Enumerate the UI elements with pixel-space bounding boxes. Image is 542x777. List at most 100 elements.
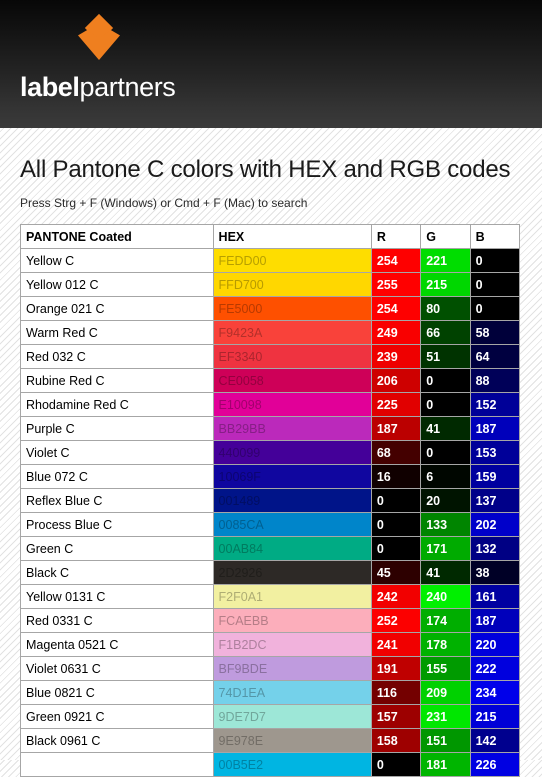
pantone-color-table: PANTONE Coated HEX R G B Yellow C FEDD00 2… [20, 224, 520, 777]
cell-pantone-name: Black 0961 C [21, 729, 213, 752]
cell-pantone-name: Black C [21, 561, 213, 584]
cell-hex-swatch: FE5000 [213, 297, 371, 320]
cell-hex-swatch: F1B2DC [213, 633, 371, 656]
table-row: Blue 072 C 10069F 16 6 159 [21, 465, 519, 488]
cell-red-value: 255 [371, 273, 421, 296]
cell-blue-value: 137 [470, 489, 519, 512]
table-row: Black C 2D2926 45 41 38 [21, 561, 519, 584]
cell-blue-value: 226 [470, 753, 519, 776]
cell-hex-swatch: FFD700 [213, 273, 371, 296]
table-row: Violet C 440099 68 0 153 [21, 441, 519, 464]
cell-blue-value: 152 [470, 393, 519, 416]
cell-pantone-name: Purple C [21, 417, 213, 440]
cell-pantone-name: Violet 0631 C [21, 657, 213, 680]
cell-green-value: 231 [421, 705, 470, 728]
cell-pantone-name: Rubine Red C [21, 369, 213, 392]
cell-pantone-name: Green C [21, 537, 213, 560]
cell-hex-swatch: FCAEBB [213, 609, 371, 632]
cell-green-value: 6 [421, 465, 470, 488]
cell-blue-value: 38 [470, 561, 519, 584]
cell-pantone-name: Violet C [21, 441, 213, 464]
table-row: Yellow 012 C FFD700 255 215 0 [21, 273, 519, 296]
table-row: Purple C BB29BB 187 41 187 [21, 417, 519, 440]
table-row: Green C 00AB84 0 171 132 [21, 537, 519, 560]
table-row: Warm Red C F9423A 249 66 58 [21, 321, 519, 344]
cell-green-value: 51 [421, 345, 470, 368]
cell-hex-swatch: 440099 [213, 441, 371, 464]
cell-red-value: 0 [371, 537, 421, 560]
search-hint-text: Press Strg + F (Windows) or Cmd + F (Mac… [20, 196, 308, 210]
cell-hex-swatch: CE0058 [213, 369, 371, 392]
cell-green-value: 80 [421, 297, 470, 320]
table-row: Magenta 0521 C F1B2DC 241 178 220 [21, 633, 519, 656]
cell-pantone-name: Orange 021 C [21, 297, 213, 320]
cell-green-value: 174 [421, 609, 470, 632]
cell-hex-swatch: 2D2926 [213, 561, 371, 584]
cell-red-value: 225 [371, 393, 421, 416]
cell-blue-value: 187 [470, 417, 519, 440]
brand-wordmark-light: partners [79, 72, 176, 102]
table-row: Black 0961 C 9E978E 158 151 142 [21, 729, 519, 752]
cell-hex-swatch: 00B5E2 [213, 753, 371, 776]
column-header-g: G [421, 225, 470, 248]
table-row: Green 0921 C 9DE7D7 157 231 215 [21, 705, 519, 728]
cell-hex-swatch: 0085CA [213, 513, 371, 536]
table-row: Red 032 C EF3340 239 51 64 [21, 345, 519, 368]
cell-hex-swatch: 9E978E [213, 729, 371, 752]
cell-red-value: 16 [371, 465, 421, 488]
cell-pantone-name: Red 032 C [21, 345, 213, 368]
table-header: PANTONE Coated HEX R G B [21, 225, 519, 248]
cell-pantone-name: Rhodamine Red C [21, 393, 213, 416]
cell-red-value: 0 [371, 513, 421, 536]
table-row: Orange 021 C FE5000 254 80 0 [21, 297, 519, 320]
cell-red-value: 45 [371, 561, 421, 584]
table-row: Reflex Blue C 001489 0 20 137 [21, 489, 519, 512]
cell-blue-value: 153 [470, 441, 519, 464]
cell-red-value: 254 [371, 249, 421, 272]
cell-red-value: 157 [371, 705, 421, 728]
table-row: Rhodamine Red C E10098 225 0 152 [21, 393, 519, 416]
table-row: 00B5E2 0 181 226 [21, 753, 519, 776]
cell-red-value: 116 [371, 681, 421, 704]
cell-hex-swatch: F2F0A1 [213, 585, 371, 608]
column-header-r: R [371, 225, 421, 248]
cell-blue-value: 202 [470, 513, 519, 536]
cell-blue-value: 64 [470, 345, 519, 368]
cell-pantone-name: Green 0921 C [21, 705, 213, 728]
cell-hex-swatch: 10069F [213, 465, 371, 488]
site-logo[interactable]: labelpartners [20, 13, 176, 102]
cell-blue-value: 0 [470, 297, 519, 320]
cell-blue-value: 222 [470, 657, 519, 680]
cell-blue-value: 220 [470, 633, 519, 656]
cell-blue-value: 187 [470, 609, 519, 632]
cell-pantone-name: Yellow 012 C [21, 273, 213, 296]
column-header-hex: HEX [213, 225, 371, 248]
table-row: Yellow C FEDD00 254 221 0 [21, 249, 519, 272]
cell-pantone-name: Blue 072 C [21, 465, 213, 488]
cell-red-value: 206 [371, 369, 421, 392]
cell-hex-swatch: FEDD00 [213, 249, 371, 272]
cell-blue-value: 142 [470, 729, 519, 752]
cell-green-value: 66 [421, 321, 470, 344]
cell-blue-value: 161 [470, 585, 519, 608]
cell-pantone-name: Yellow 0131 C [21, 585, 213, 608]
cell-green-value: 0 [421, 393, 470, 416]
cell-green-value: 178 [421, 633, 470, 656]
cell-red-value: 242 [371, 585, 421, 608]
cell-green-value: 133 [421, 513, 470, 536]
cell-green-value: 0 [421, 441, 470, 464]
cell-green-value: 181 [421, 753, 470, 776]
table-row: Red 0331 C FCAEBB 252 174 187 [21, 609, 519, 632]
cell-hex-swatch: EF3340 [213, 345, 371, 368]
cell-red-value: 254 [371, 297, 421, 320]
cell-blue-value: 215 [470, 705, 519, 728]
cell-pantone-name: Red 0331 C [21, 609, 213, 632]
cell-green-value: 151 [421, 729, 470, 752]
cell-green-value: 209 [421, 681, 470, 704]
table-row: Yellow 0131 C F2F0A1 242 240 161 [21, 585, 519, 608]
table-header-row: PANTONE Coated HEX R G B [21, 225, 519, 248]
cell-red-value: 68 [371, 441, 421, 464]
cell-green-value: 215 [421, 273, 470, 296]
table-row: Violet 0631 C BF9BDE 191 155 222 [21, 657, 519, 680]
cell-green-value: 171 [421, 537, 470, 560]
